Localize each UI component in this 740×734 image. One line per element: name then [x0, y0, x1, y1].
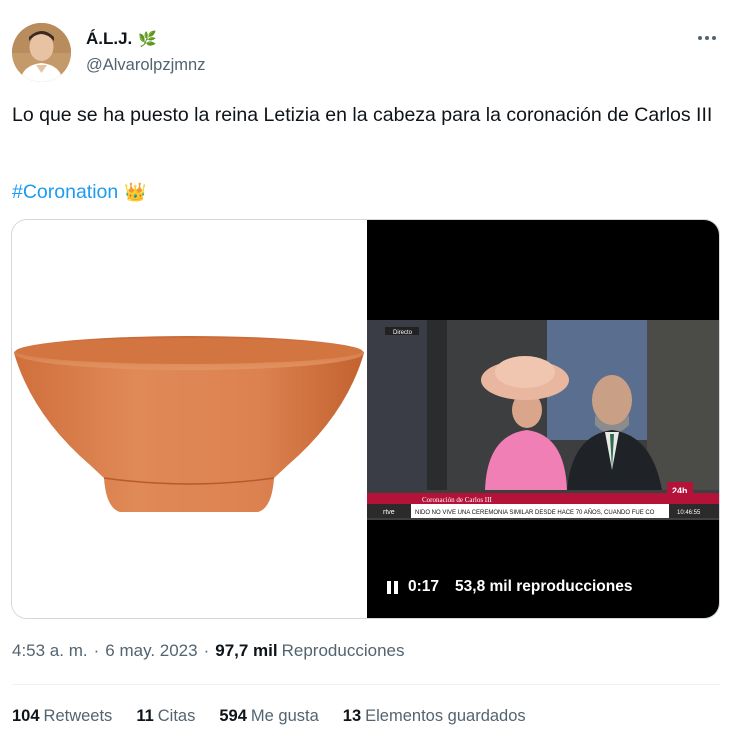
banner-title: Coronación de Carlos III	[422, 496, 492, 504]
views-count: 97,7 mil	[215, 641, 278, 660]
avatar[interactable]	[12, 23, 71, 82]
meta-dot: ·	[93, 641, 100, 660]
quotes-stat[interactable]: 11 Citas	[136, 707, 195, 726]
ticker-brand: rtve	[383, 509, 395, 516]
author-name-row[interactable]: Á.L.J. 🌿	[86, 29, 157, 49]
divider-line	[12, 684, 720, 685]
tweet-text: Lo que se ha puesto la reina Letizia en …	[12, 104, 713, 126]
media-container: Directo 24h Coronación de Carlos III rtv…	[11, 219, 720, 619]
tweet-meta: 4:53 a. m. · 6 may. 2023 · 97,7 mil Repr…	[12, 641, 404, 661]
meta-dot-2: ·	[203, 641, 210, 660]
ticker-text: NIDO NO VIVE UNA CEREMONIA SIMILAR DESDE…	[415, 509, 655, 516]
more-options-icon[interactable]	[694, 28, 720, 48]
crown-emoji-icon: 👑	[124, 182, 147, 202]
leaf-emoji-icon: 🌿	[138, 31, 157, 48]
engagement-stats: 104 Retweets 11 Citas 594 Me gusta 13 Elemen…	[12, 707, 526, 726]
pot-image[interactable]	[12, 220, 366, 618]
hashtag-row: #Coronation 👑	[12, 180, 147, 205]
author-display-name[interactable]: Á.L.J.	[86, 29, 132, 49]
bookmarks-stat[interactable]: 13 Elementos guardados	[343, 707, 526, 726]
tweet-date[interactable]: 6 may. 2023	[105, 641, 197, 661]
author-handle[interactable]: @Alvarolpzjmnz	[86, 56, 205, 75]
video-views: 53,8 mil reproducciones	[455, 578, 633, 595]
ticker-time: 10:46:55	[677, 510, 701, 516]
video-controls: 0:17 53,8 mil reproducciones	[387, 578, 633, 596]
likes-stat[interactable]: 594 Me gusta	[219, 707, 318, 726]
video-player[interactable]: Directo 24h Coronación de Carlos III rtv…	[367, 220, 719, 618]
retweets-stat[interactable]: 104 Retweets	[12, 707, 112, 726]
live-label: Directo	[393, 330, 413, 336]
video-elapsed: 0:17	[408, 578, 440, 595]
pause-icon[interactable]	[387, 580, 398, 594]
tweet-time[interactable]: 4:53 a. m.	[12, 641, 88, 661]
hashtag-link[interactable]: #Coronation	[12, 180, 118, 205]
views-label: Reproducciones	[281, 641, 405, 660]
